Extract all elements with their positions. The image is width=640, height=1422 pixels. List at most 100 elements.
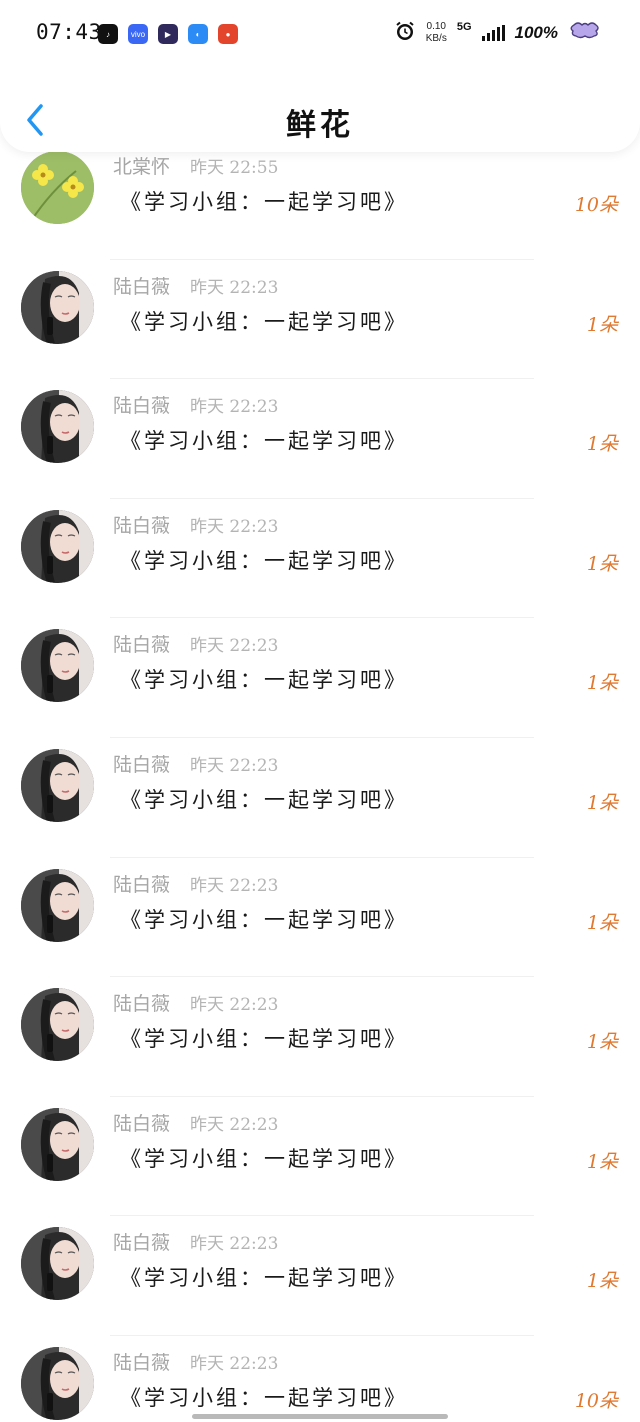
avatar[interactable]	[21, 270, 94, 344]
sent-time: 昨天 22:23	[190, 516, 279, 537]
list-item[interactable]: 陆白薇 昨天 22:23 《学习小组：一起学习吧》 1朵	[0, 858, 640, 978]
flower-count: 1朵	[586, 791, 618, 814]
battery-icon	[568, 21, 602, 45]
flower-gift-list[interactable]: 北棠怀 昨天 22:55 《学习小组：一起学习吧》 10朵 陆白薇 昨天 22:23 《学习…	[0, 140, 640, 1422]
avatar[interactable]	[21, 868, 94, 942]
status-right: 0.10 KB/s 5G 100%	[394, 20, 602, 46]
message-text: 《学习小组：一起学习吧》	[120, 1266, 408, 1291]
flower-count: 1朵	[586, 433, 618, 456]
list-item[interactable]: 陆白薇 昨天 22:23 《学习小组：一起学习吧》 1朵	[0, 977, 640, 1097]
alarm-icon	[394, 20, 416, 46]
sender-name: 陆白薇	[113, 275, 171, 298]
sender-name: 陆白薇	[113, 873, 171, 896]
sender-name: 陆白薇	[113, 634, 171, 657]
vivo-icon: vivo	[128, 24, 148, 44]
list-item[interactable]: 陆白薇 昨天 22:23 《学习小组：一起学习吧》 1朵	[0, 260, 640, 380]
flower-count: 1朵	[586, 1150, 618, 1173]
avatar[interactable]	[21, 629, 94, 703]
network-type: 5G	[456, 21, 472, 33]
message-text: 《学习小组：一起学习吧》	[120, 907, 408, 932]
list-item[interactable]: 陆白薇 昨天 22:23 《学习小组：一起学习吧》 1朵	[0, 618, 640, 738]
avatar[interactable]	[21, 748, 94, 822]
avatar[interactable]	[21, 509, 94, 583]
status-bar: 07:43 ♪ vivo ▶ ◐ ● 0.10 KB/s 5G 100%	[0, 0, 640, 70]
flower-count: 10朵	[574, 1389, 618, 1412]
sender-line: 陆白薇 昨天 22:23	[113, 1348, 278, 1375]
sender-line: 陆白薇 昨天 22:23	[113, 630, 278, 657]
sender-line: 陆白薇 昨天 22:23	[113, 1228, 278, 1255]
message-text: 《学习小组：一起学习吧》	[120, 429, 408, 454]
list-item[interactable]: 陆白薇 昨天 22:23 《学习小组：一起学习吧》 1朵	[0, 379, 640, 499]
battery-percent: 100%	[514, 23, 558, 42]
list-item[interactable]: 陆白薇 昨天 22:23 《学习小组：一起学习吧》 1朵	[0, 1097, 640, 1217]
avatar[interactable]	[21, 988, 94, 1062]
avatar[interactable]	[21, 1107, 94, 1181]
message-text: 《学习小组：一起学习吧》	[120, 1146, 408, 1171]
sender-line: 陆白薇 昨天 22:23	[113, 989, 278, 1016]
sender-line: 陆白薇 昨天 22:23	[113, 511, 278, 538]
sender-line: 陆白薇 昨天 22:23	[113, 870, 278, 897]
sent-time: 昨天 22:23	[190, 636, 279, 657]
network-speed: 0.10 KB/s	[426, 21, 447, 45]
flower-count: 1朵	[586, 672, 618, 695]
message-text: 《学习小组：一起学习吧》	[120, 309, 408, 334]
sent-time: 昨天 22:23	[190, 755, 279, 776]
status-app-icons: ♪ vivo ▶ ◐ ●	[98, 24, 238, 44]
sent-time: 昨天 22:23	[190, 1114, 279, 1135]
sender-name: 陆白薇	[113, 1112, 171, 1135]
sent-time: 昨天 22:23	[190, 995, 279, 1016]
signal-icon	[481, 25, 505, 41]
message-text: 《学习小组：一起学习吧》	[120, 668, 408, 693]
header: 07:43 ♪ vivo ▶ ◐ ● 0.10 KB/s 5G 100% 鲜花	[0, 0, 640, 152]
sender-name: 陆白薇	[113, 993, 171, 1016]
browser-icon: ◐	[188, 24, 208, 44]
sender-name: 陆白薇	[113, 514, 171, 537]
message-text: 《学习小组：一起学习吧》	[120, 190, 408, 214]
message-text: 《学习小组：一起学习吧》	[120, 1385, 408, 1410]
nav-bar: 鲜花	[0, 86, 640, 152]
shopping-icon: ●	[218, 24, 238, 44]
network-speed-unit: KB/s	[425, 33, 447, 44]
sent-time: 昨天 22:23	[190, 397, 279, 418]
flower-count: 1朵	[586, 1270, 618, 1293]
list-item[interactable]: 北棠怀 昨天 22:55 《学习小组：一起学习吧》 10朵	[0, 140, 640, 260]
list-item[interactable]: 陆白薇 昨天 22:23 《学习小组：一起学习吧》 10朵	[0, 1336, 640, 1422]
sent-time: 昨天 22:55	[190, 158, 279, 178]
video-player-icon: ▶	[158, 24, 178, 44]
message-text: 《学习小组：一起学习吧》	[120, 787, 408, 812]
sender-name: 陆白薇	[113, 753, 171, 776]
sender-line: 陆白薇 昨天 22:23	[113, 1109, 278, 1136]
avatar[interactable]	[21, 1346, 94, 1420]
sender-line: 陆白薇 昨天 22:23	[113, 750, 278, 777]
sender-name: 陆白薇	[113, 1232, 171, 1255]
flower-count: 1朵	[586, 911, 618, 934]
sender-name: 陆白薇	[113, 395, 171, 418]
status-time: 07:43	[36, 20, 102, 44]
home-indicator[interactable]	[192, 1414, 448, 1419]
avatar[interactable]	[21, 1227, 94, 1301]
message-text: 《学习小组：一起学习吧》	[120, 548, 408, 573]
tiktok-icon: ♪	[98, 24, 118, 44]
sender-line: 陆白薇 昨天 22:23	[113, 272, 278, 299]
list-item[interactable]: 陆白薇 昨天 22:23 《学习小组：一起学习吧》 1朵	[0, 1216, 640, 1336]
message-text: 《学习小组：一起学习吧》	[120, 1027, 408, 1052]
sent-time: 昨天 22:23	[190, 1353, 279, 1374]
flower-count: 1朵	[586, 1031, 618, 1054]
flower-count: 1朵	[586, 313, 618, 336]
sender-line: 陆白薇 昨天 22:23	[113, 391, 278, 418]
network-speed-value: 0.10	[426, 21, 446, 32]
sent-time: 昨天 22:23	[190, 875, 279, 896]
page-title: 鲜花	[286, 108, 354, 143]
list-item[interactable]: 陆白薇 昨天 22:23 《学习小组：一起学习吧》 1朵	[0, 738, 640, 858]
avatar[interactable]	[21, 151, 94, 224]
flower-count: 10朵	[574, 194, 618, 216]
sent-time: 昨天 22:23	[190, 1234, 279, 1255]
sender-line: 北棠怀 昨天 22:55	[113, 152, 278, 179]
list-item[interactable]: 陆白薇 昨天 22:23 《学习小组：一起学习吧》 1朵	[0, 499, 640, 619]
avatar[interactable]	[21, 390, 94, 464]
sender-name: 陆白薇	[113, 1351, 171, 1374]
flower-count: 1朵	[586, 552, 618, 575]
sent-time: 昨天 22:23	[190, 277, 279, 298]
sender-name: 北棠怀	[113, 156, 171, 178]
flowers-page: 07:43 ♪ vivo ▶ ◐ ● 0.10 KB/s 5G 100% 鲜花 …	[0, 0, 640, 1422]
